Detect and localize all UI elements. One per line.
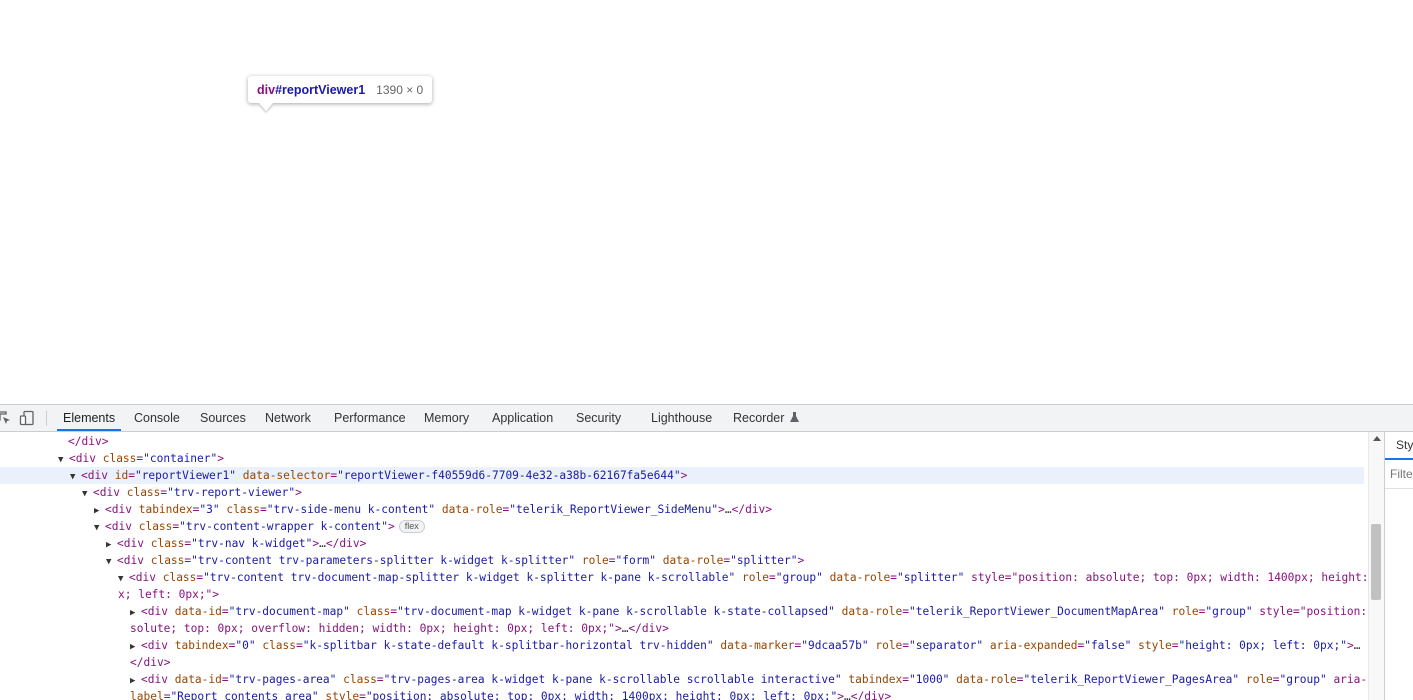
- tooltip-dimensions: 1390 × 0: [376, 82, 424, 97]
- tooltip-tag: div: [257, 82, 276, 97]
- tab-recorder[interactable]: Recorder: [733, 405, 799, 431]
- dom-node-line[interactable]: ▶ <div data-id="trv-document-map" class="…: [130, 603, 1368, 620]
- expanded-triangle-icon[interactable]: ▼: [82, 486, 93, 503]
- tab-application[interactable]: Application: [492, 405, 553, 431]
- experiment-flask-icon: [789, 412, 799, 422]
- dom-node-line[interactable]: ▼ <div class="trv-content trv-parameters-…: [106, 552, 804, 569]
- styles-tab-underline: [1385, 458, 1413, 460]
- scroll-up-icon[interactable]: [1373, 436, 1381, 441]
- dom-node-line-wrap[interactable]: solute; top: 0px; overflow: hidden; widt…: [130, 620, 669, 637]
- dom-tree[interactable]: </div> ▼ <div class="container"> ▼ <div id…: [0, 432, 1368, 700]
- tab-network[interactable]: Network: [265, 405, 311, 431]
- dom-node-line[interactable]: ▶ <div tabindex="3" class="trv-side-menu …: [94, 501, 772, 518]
- dom-node-line-wrap[interactable]: label="Report contents area" style="posi…: [130, 688, 891, 700]
- dom-node-line[interactable]: ▼ <div class="trv-report-viewer">: [82, 484, 302, 501]
- dom-tree-scrollbar[interactable]: [1368, 432, 1384, 700]
- dom-node-line[interactable]: ▶ <div class="trv-nav k-widget">…</div>: [106, 535, 366, 552]
- expanded-triangle-icon[interactable]: ▼: [94, 520, 105, 537]
- tab-sources[interactable]: Sources: [200, 405, 246, 431]
- expanded-triangle-icon[interactable]: ▼: [106, 554, 117, 571]
- tooltip-ident: #reportViewer1: [275, 82, 366, 97]
- tab-styles[interactable]: Styles: [1396, 438, 1413, 452]
- tab-performance[interactable]: Performance: [334, 405, 406, 431]
- tab-console[interactable]: Console: [134, 405, 180, 431]
- tooltip-arrow: [259, 103, 273, 111]
- inspect-element-icon[interactable]: [0, 410, 12, 426]
- styles-sidebar: Styles Filter: [1384, 432, 1413, 700]
- tab-lighthouse[interactable]: Lighthouse: [651, 405, 712, 431]
- toolbar-divider: [46, 411, 47, 426]
- dom-node-line[interactable]: ▶ <div tabindex="0" class="k-splitbar k-s…: [130, 637, 1360, 654]
- dom-node-line[interactable]: ▼ <div class="container">: [58, 450, 224, 467]
- dom-node-line-wrap[interactable]: </div>: [130, 654, 170, 671]
- page-viewport: div #reportViewer1 1390 × 0: [0, 0, 1413, 404]
- devtools-panel: Elements Console Sources Network Perform…: [0, 404, 1413, 700]
- tab-elements[interactable]: Elements: [57, 405, 122, 431]
- scrollbar-thumb[interactable]: [1371, 524, 1381, 600]
- dom-node-line[interactable]: </div>: [68, 433, 108, 450]
- dom-node-line-wrap[interactable]: x; left: 0px;">: [118, 586, 219, 603]
- dom-node-line-selected[interactable]: ▼ <div id="reportViewer1" data-selector="…: [0, 467, 1364, 484]
- tab-memory[interactable]: Memory: [424, 405, 469, 431]
- devtools-tabbar: Elements Console Sources Network Perform…: [0, 405, 1413, 432]
- dom-node-line[interactable]: ▼ <div class="trv-content-wrapper k-conte…: [94, 518, 425, 535]
- tab-security[interactable]: Security: [576, 405, 621, 431]
- expanded-triangle-icon[interactable]: ▼: [70, 469, 81, 486]
- styles-filter-input[interactable]: Filter: [1390, 463, 1413, 485]
- styles-divider: [1385, 488, 1413, 489]
- dom-node-line[interactable]: ▼ <div class="trv-content trv-document-ma…: [118, 569, 1368, 586]
- dom-node-line[interactable]: ▶ <div data-id="trv-pages-area" class="tr…: [130, 671, 1367, 688]
- inspect-tooltip: div #reportViewer1 1390 × 0: [248, 76, 433, 103]
- tab-recorder-label: Recorder: [733, 411, 785, 425]
- flex-badge[interactable]: flex: [398, 520, 425, 533]
- device-toolbar-icon[interactable]: [19, 410, 35, 426]
